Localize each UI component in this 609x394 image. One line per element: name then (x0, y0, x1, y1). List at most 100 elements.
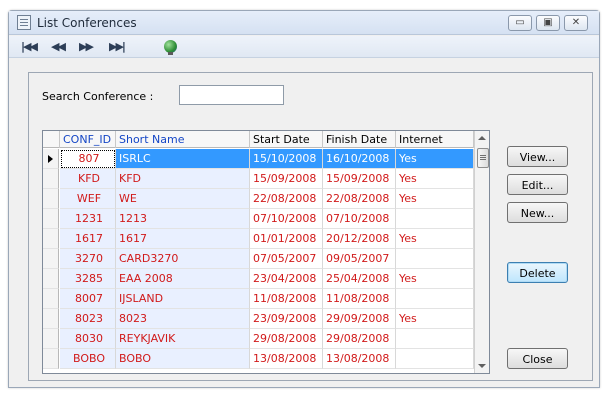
scroll-down-icon[interactable] (478, 364, 486, 368)
cell-start-date[interactable]: 07/05/2007 (250, 249, 323, 269)
cell-internet-forms[interactable]: Yes (396, 309, 474, 329)
vertical-scrollbar[interactable] (474, 131, 489, 373)
row-selector[interactable] (43, 329, 59, 349)
cell-internet-forms[interactable]: Yes (396, 149, 474, 169)
table-row[interactable]: BOBO BOBO 13/08/2008 13/08/2008 (60, 349, 474, 369)
cell-short-name[interactable]: REYKJAVIK (116, 329, 250, 349)
cell-start-date[interactable]: 15/10/2008 (250, 149, 323, 169)
scroll-up-icon[interactable] (478, 136, 486, 140)
column-header-finish-date[interactable]: Finish Date (323, 131, 396, 148)
cell-conf-id[interactable]: WEF (60, 189, 116, 209)
table-row[interactable]: 807 ISRLC 15/10/2008 16/10/2008 Yes (60, 149, 474, 169)
previous-record-button[interactable]: ◀◀ (51, 39, 66, 55)
cell-internet-forms[interactable] (396, 289, 474, 309)
cell-finish-date[interactable]: 20/12/2008 (323, 229, 396, 249)
cell-internet-forms[interactable] (396, 349, 474, 369)
table-row[interactable]: 8030 REYKJAVIK 29/08/2008 29/08/2008 (60, 329, 474, 349)
cell-start-date[interactable]: 15/09/2008 (250, 169, 323, 189)
cell-conf-id[interactable]: BOBO (60, 349, 116, 369)
close-button[interactable]: Close (507, 348, 568, 369)
table-row[interactable]: KFD KFD 15/09/2008 15/09/2008 Yes (60, 169, 474, 189)
table-row[interactable]: 8023 8023 23/09/2008 29/09/2008 Yes (60, 309, 474, 329)
minimize-button[interactable]: ▭ (508, 15, 532, 31)
table-row[interactable]: WEF WE 22/08/2008 22/08/2008 Yes (60, 189, 474, 209)
cell-internet-forms[interactable] (396, 249, 474, 269)
globe-icon[interactable] (164, 40, 177, 55)
search-input[interactable] (179, 85, 284, 105)
cell-conf-id[interactable]: 3285 (60, 269, 116, 289)
cell-internet-forms[interactable]: Yes (396, 169, 474, 189)
delete-button[interactable]: Delete (507, 262, 568, 283)
cell-conf-id[interactable]: 1617 (60, 229, 116, 249)
cell-finish-date[interactable]: 25/04/2008 (323, 269, 396, 289)
new-button[interactable]: New... (507, 202, 568, 223)
table-row[interactable]: 8007 IJSLAND 11/08/2008 11/08/2008 (60, 289, 474, 309)
cell-finish-date[interactable]: 22/08/2008 (323, 189, 396, 209)
cell-start-date[interactable]: 23/04/2008 (250, 269, 323, 289)
cell-conf-id[interactable]: 1231 (60, 209, 116, 229)
column-header-internet-forms[interactable]: Internet forms (396, 131, 474, 163)
cell-start-date[interactable]: 01/01/2008 (250, 229, 323, 249)
row-selector[interactable] (43, 269, 59, 289)
cell-short-name[interactable]: ISRLC (116, 149, 250, 169)
cell-short-name[interactable]: CARD3270 (116, 249, 250, 269)
table-row[interactable]: 1617 1617 01/01/2008 20/12/2008 Yes (60, 229, 474, 249)
title-bar[interactable]: List Conferences ▭ ▣ ✕ (9, 11, 599, 35)
column-header-start-date[interactable]: Start Date (250, 131, 323, 148)
cell-short-name[interactable]: IJSLAND (116, 289, 250, 309)
cell-conf-id[interactable]: 8007 (60, 289, 116, 309)
edit-button[interactable]: Edit... (507, 174, 568, 195)
cell-finish-date[interactable]: 09/05/2007 (323, 249, 396, 269)
table-row[interactable]: 3285 EAA 2008 23/04/2008 25/04/2008 Yes (60, 269, 474, 289)
cell-conf-id[interactable]: KFD (60, 169, 116, 189)
row-selector[interactable] (43, 149, 59, 169)
cell-internet-forms[interactable]: Yes (396, 189, 474, 209)
first-record-button[interactable]: |◀◀ (21, 39, 38, 55)
view-button[interactable]: View... (507, 146, 568, 167)
cell-conf-id[interactable]: 8030 (60, 329, 116, 349)
row-selector[interactable] (43, 169, 59, 189)
cell-start-date[interactable]: 22/08/2008 (250, 189, 323, 209)
table-row[interactable]: 1231 1213 07/10/2008 07/10/2008 (60, 209, 474, 229)
cell-short-name[interactable]: 8023 (116, 309, 250, 329)
cell-internet-forms[interactable]: Yes (396, 269, 474, 289)
cell-start-date[interactable]: 23/09/2008 (250, 309, 323, 329)
cell-short-name[interactable]: 1617 (116, 229, 250, 249)
row-selector[interactable] (43, 249, 59, 269)
row-selector[interactable] (43, 209, 59, 229)
column-header-short-name[interactable]: Short Name (116, 131, 250, 148)
cell-start-date[interactable]: 29/08/2008 (250, 329, 323, 349)
cell-internet-forms[interactable] (396, 209, 474, 229)
cell-start-date[interactable]: 07/10/2008 (250, 209, 323, 229)
cell-start-date[interactable]: 13/08/2008 (250, 349, 323, 369)
row-selector[interactable] (43, 349, 59, 369)
cell-finish-date[interactable]: 29/09/2008 (323, 309, 396, 329)
cell-conf-id[interactable]: 8023 (60, 309, 116, 329)
cell-finish-date[interactable]: 13/08/2008 (323, 349, 396, 369)
row-selector[interactable] (43, 189, 59, 209)
cell-internet-forms[interactable]: Yes (396, 229, 474, 249)
cell-finish-date[interactable]: 07/10/2008 (323, 209, 396, 229)
maximize-button[interactable]: ▣ (536, 15, 560, 31)
next-record-button[interactable]: ▶▶ (79, 39, 94, 55)
cell-conf-id[interactable]: 3270 (60, 249, 116, 269)
last-record-button[interactable]: ▶▶| (109, 39, 126, 55)
conference-grid[interactable]: CONF_ID Short Name Start Date Finish Dat… (42, 130, 490, 374)
row-selector[interactable] (43, 289, 59, 309)
column-header-conf-id[interactable]: CONF_ID (60, 131, 116, 148)
cell-short-name[interactable]: WE (116, 189, 250, 209)
row-selector[interactable] (43, 229, 59, 249)
cell-finish-date[interactable]: 11/08/2008 (323, 289, 396, 309)
row-selector[interactable] (43, 309, 59, 329)
cell-finish-date[interactable]: 15/09/2008 (323, 169, 396, 189)
cell-conf-id[interactable]: 807 (60, 149, 116, 169)
cell-short-name[interactable]: KFD (116, 169, 250, 189)
close-window-button[interactable]: ✕ (564, 15, 588, 31)
cell-start-date[interactable]: 11/08/2008 (250, 289, 323, 309)
table-row[interactable]: 3270 CARD3270 07/05/2007 09/05/2007 (60, 249, 474, 269)
cell-finish-date[interactable]: 16/10/2008 (323, 149, 396, 169)
cell-internet-forms[interactable] (396, 329, 474, 349)
cell-short-name[interactable]: 1213 (116, 209, 250, 229)
cell-short-name[interactable]: BOBO (116, 349, 250, 369)
scroll-thumb[interactable] (477, 148, 489, 168)
